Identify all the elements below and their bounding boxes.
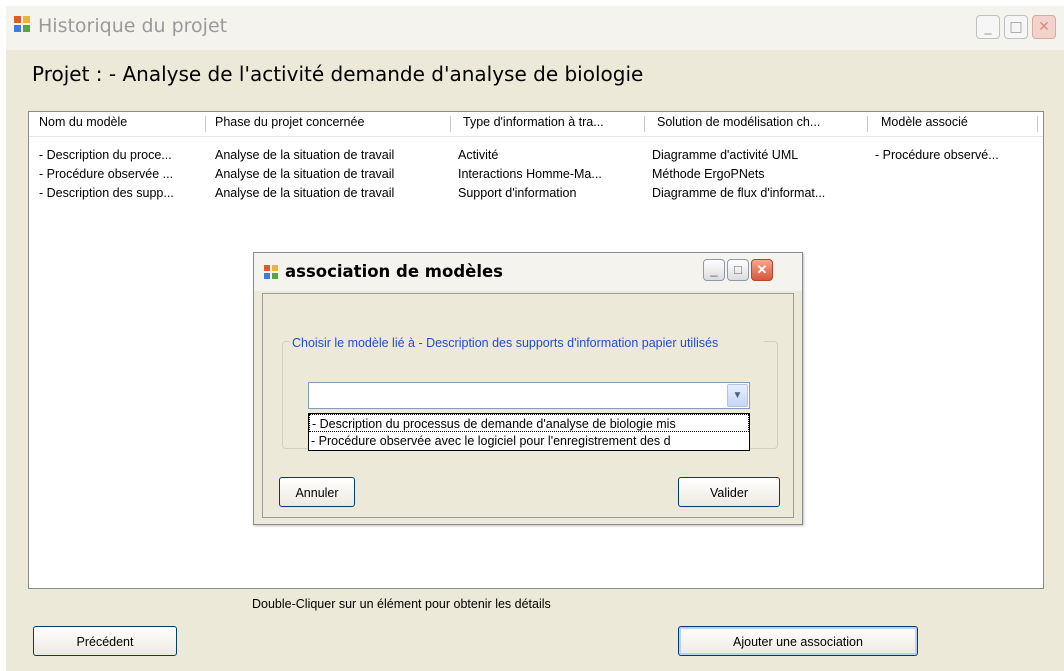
column-header-phase[interactable]: Phase du projet concernée	[215, 115, 364, 129]
column-header-solution[interactable]: Solution de modélisation ch...	[657, 115, 820, 129]
close-icon[interactable]: ✕	[751, 259, 773, 281]
column-divider[interactable]	[1037, 116, 1038, 132]
association-dialog: association de modèles _ □ ✕ Choisir le …	[253, 252, 803, 525]
cell-model-name: - Procédure observée ...	[39, 167, 174, 181]
maximize-icon[interactable]: □	[1004, 15, 1028, 39]
column-divider[interactable]	[205, 116, 206, 132]
cell-info-type: Interactions Homme-Ma...	[458, 167, 602, 181]
cell-info-type: Activité	[458, 148, 499, 162]
column-header-info-type[interactable]: Type d'information à tra...	[463, 115, 604, 129]
cell-model-name: - Description du proce...	[39, 148, 172, 162]
cell-solution: Diagramme d'activité UML	[652, 148, 799, 162]
cell-associated-model: - Procédure observé...	[875, 148, 999, 162]
minimize-icon[interactable]: _	[703, 259, 725, 281]
cell-phase: Analyse de la situation de travail	[215, 148, 395, 162]
dialog-titlebar[interactable]: association de modèles _ □ ✕	[254, 253, 802, 291]
cancel-button[interactable]: Annuler	[279, 477, 355, 507]
dialog-title: association de modèles	[285, 262, 503, 281]
list-header: Nom du modèle Phase du projet concernée …	[29, 112, 1043, 137]
linked-model-combobox[interactable]: ▼	[308, 382, 750, 409]
column-header-associated-model[interactable]: Modèle associé	[881, 115, 968, 129]
minimize-icon[interactable]: _	[976, 15, 1000, 39]
add-association-button[interactable]: Ajouter une association	[678, 626, 918, 656]
close-icon[interactable]: ✕	[1032, 15, 1056, 39]
combo-dropdown-list[interactable]: - Description du processus de demande d'…	[308, 413, 750, 451]
cell-phase: Analyse de la situation de travail	[215, 186, 395, 200]
window-titlebar[interactable]: Historique du projet _ □ ✕	[6, 6, 1064, 50]
dropdown-option[interactable]: - Procédure observée avec le logiciel po…	[309, 432, 749, 450]
column-divider[interactable]	[867, 116, 868, 132]
group-label: Choisir le modèle lié à - Description de…	[290, 335, 764, 352]
dropdown-option[interactable]: - Description du processus de demande d'…	[309, 414, 749, 432]
cell-solution: Méthode ErgoPNets	[652, 167, 765, 181]
cell-model-name: - Description des supp...	[39, 186, 174, 200]
validate-button[interactable]: Valider	[678, 477, 780, 507]
chevron-down-icon[interactable]: ▼	[727, 384, 748, 407]
hint-text: Double-Cliquer sur un élément pour obten…	[252, 597, 551, 611]
maximize-icon[interactable]: □	[727, 259, 749, 281]
app-icon	[14, 16, 32, 34]
previous-button[interactable]: Précédent	[33, 626, 177, 656]
cell-info-type: Support d'information	[458, 186, 577, 200]
cell-solution: Diagramme de flux d'informat...	[652, 186, 826, 200]
app-icon	[264, 265, 280, 281]
column-divider[interactable]	[450, 116, 451, 132]
page-title: Projet : - Analyse de l'activité demande…	[32, 62, 644, 86]
cell-phase: Analyse de la situation de travail	[215, 167, 395, 181]
column-header-model-name[interactable]: Nom du modèle	[39, 115, 127, 129]
window-title: Historique du projet	[38, 15, 228, 37]
column-divider[interactable]	[644, 116, 645, 132]
